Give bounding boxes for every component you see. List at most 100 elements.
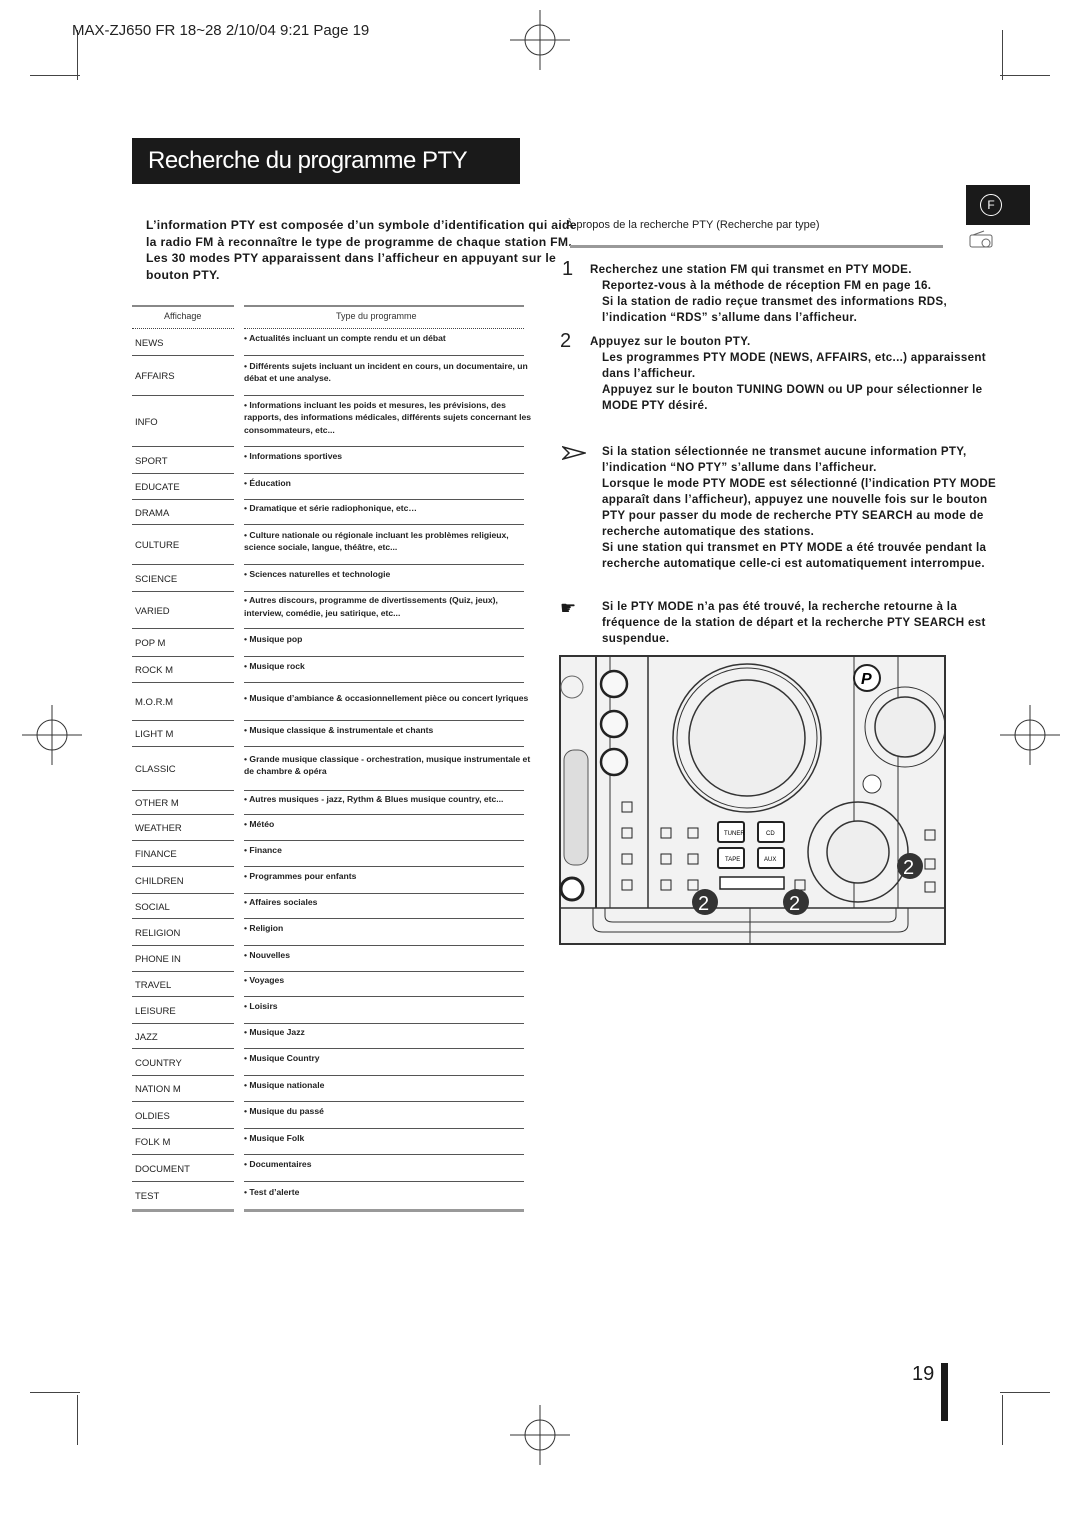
pty-code: OTHER M (135, 798, 179, 809)
pty-code: INFO (135, 416, 158, 428)
table-row: INFO • Informations incluant les poids et… (132, 396, 531, 447)
pty-description: • Affaires sociales (244, 897, 318, 908)
pty-description: • Documentaires (244, 1159, 312, 1170)
pty-code: SOCIAL (135, 901, 170, 913)
intro-paragraph: Les 30 modes PTY apparaissent dans l’aff… (146, 251, 557, 282)
pty-description: • Nouvelles (244, 949, 290, 960)
step-text: Appuyez sur le bouton PTY. (590, 335, 751, 348)
pty-description: • Voyages (244, 975, 285, 986)
table-row: POP M • Musique pop (132, 629, 524, 657)
note-text: Si la station sélectionnée ne transmet a… (602, 445, 967, 474)
pty-code: WEATHER (135, 823, 182, 834)
pty-description: • Informations incluant les poids et mes… (244, 399, 532, 435)
pty-description: • Grande musique classique - orchestrati… (244, 753, 531, 777)
svg-text:2: 2 (698, 893, 709, 915)
pty-description: • Musique Country (244, 1053, 320, 1064)
table-row: SOCIAL • Affaires sociales (132, 894, 524, 919)
page-title: Recherche du programme PTY (148, 147, 468, 174)
note: Si la station sélectionnée ne transmet a… (602, 444, 1002, 572)
table-row: FINANCE • Finance (132, 841, 524, 867)
table-row: OTHER M • Autres musiques - jazz, Rythm &… (132, 791, 524, 815)
page-bar (941, 1363, 948, 1421)
step-2: Appuyez sur le bouton PTY. Les programme… (590, 334, 990, 414)
pty-code: NATION M (135, 1084, 181, 1095)
table-row: WEATHER • Météo (132, 815, 524, 841)
title-bar: Recherche du programme PTY (132, 138, 520, 184)
pty-description: • Autres musiques - jazz, Rythm & Blues … (244, 794, 504, 804)
table-row: PHONE IN • Nouvelles (132, 946, 524, 972)
step-text: Reportez-vous à la méthode de réception … (602, 279, 932, 292)
aux-button-label: AUX (764, 857, 776, 863)
intro-text: L’information PTY est composée d’un symb… (146, 217, 586, 283)
registration-mark-icon (510, 1405, 570, 1465)
pty-description: • Programmes pour enfants (244, 871, 357, 882)
pty-code: RELIGION (135, 927, 181, 939)
pty-code: DRAMA (135, 507, 170, 519)
step-text: Recherchez une station FM qui transmet e… (590, 263, 912, 276)
pty-code: CLASSIC (135, 764, 176, 775)
pty-description: • Éducation (244, 477, 291, 488)
pty-code: FINANCE (135, 849, 177, 860)
pty-description: • Météo (244, 818, 275, 829)
crop-mark (77, 1395, 78, 1445)
table-row: ROCK M • Musique rock (132, 657, 524, 683)
pty-description: • Religion (244, 923, 284, 934)
pty-code: PHONE IN (135, 954, 181, 965)
crop-mark (1000, 75, 1050, 76)
step-text: Les programmes PTY MODE (NEWS, AFFAIRS, … (602, 351, 986, 380)
step-text: Appuyez sur le bouton TUNING DOWN ou UP … (602, 383, 983, 412)
pointing-hand-icon: ☛ (560, 598, 577, 618)
table-row: VARIED • Autres discours, programme de di… (132, 592, 524, 629)
step-number: 1 (562, 258, 574, 280)
pty-description: • Musique d’ambiance & occasionnellement… (244, 692, 529, 703)
table-row: JAZZ • Musique Jazz (132, 1024, 524, 1049)
table-row: SCIENCE • Sciences naturelles et technolo… (132, 565, 524, 592)
pty-description: • Différents sujets incluant un incident… (244, 360, 528, 384)
pty-description: • Finance (244, 844, 282, 855)
svg-text:2: 2 (789, 893, 800, 915)
page-number: 19 (912, 1363, 935, 1385)
pty-description: • Musique classique & instrumentale et c… (244, 724, 434, 735)
table-row: DOCUMENT • Documentaires (132, 1155, 524, 1182)
pty-code: CULTURE (135, 540, 180, 551)
table-row: DRAMA • Dramatique et série radiophonique… (132, 500, 524, 525)
pty-code: M.O.R.M (135, 697, 173, 708)
pty-description: • Musique Jazz (244, 1027, 305, 1038)
table-row: AFFAIRS • Différents sujets incluant un i… (132, 356, 528, 396)
pty-code: AFFAIRS (135, 371, 175, 382)
table-row: CLASSIC • Grande musique classique - orch… (132, 747, 530, 791)
note-text: Si une station qui transmet en PTY MODE … (602, 541, 987, 570)
pty-code: LIGHT M (135, 729, 174, 740)
pty-description: • Culture nationale ou régionale incluan… (244, 529, 509, 553)
pty-code: CHILDREN (135, 875, 184, 887)
cd-button-label: CD (766, 831, 775, 837)
table-row: CULTURE • Culture nationale ou régionale … (132, 525, 524, 565)
pty-code: TRAVEL (135, 979, 172, 991)
table-row: NATION M • Musique nationale (132, 1076, 524, 1102)
table-row: TRAVEL • Voyages (132, 972, 524, 997)
table-row: LIGHT M • Musique classique & instrumenta… (132, 721, 524, 747)
arrow-pointer-icon (562, 446, 586, 460)
pty-description: • Musique pop (244, 633, 303, 644)
pty-description: • Musique du passé (244, 1106, 324, 1117)
pty-code: NEWS (135, 337, 164, 349)
tip: Si le PTY MODE n’a pas été trouvé, la re… (602, 600, 986, 645)
language-badge-label: F (980, 194, 1002, 216)
pty-code: POP M (135, 638, 166, 649)
pty-description: • Musique rock (244, 660, 305, 671)
pty-code: SCIENCE (135, 573, 178, 585)
pty-description: • Musique nationale (244, 1079, 325, 1090)
pty-description: • Informations sportives (244, 451, 343, 462)
crop-mark (30, 1392, 80, 1393)
pty-code: EDUCATE (135, 482, 180, 493)
radio-icon (969, 230, 993, 248)
pty-description: • Actualités incluant un compte rendu et… (244, 333, 446, 344)
callout-badge: 2 (783, 889, 809, 915)
pty-code: DOCUMENT (135, 1163, 190, 1175)
table-row: OLDIES • Musique du passé (132, 1102, 524, 1129)
step-1: Recherchez une station FM qui transmet e… (590, 262, 1000, 326)
pty-description: • Sciences naturelles et technologie (244, 569, 391, 580)
svg-text:P: P (861, 671, 872, 688)
table-row: SPORT • Informations sportives (132, 447, 524, 474)
table-row: CHILDREN • Programmes pour enfants (132, 867, 524, 894)
